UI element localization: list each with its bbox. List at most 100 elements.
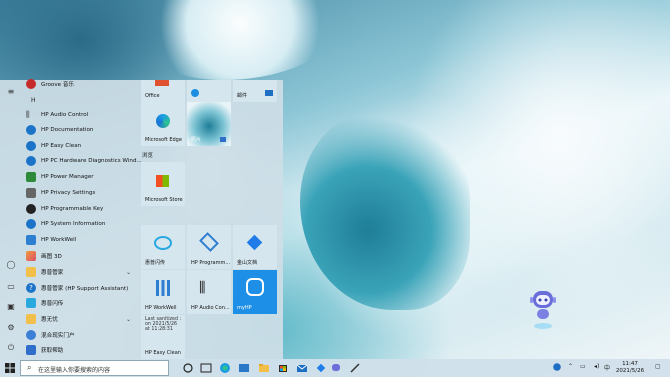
tile-myhp[interactable]: myHP [233, 270, 277, 314]
documents-icon[interactable]: ▭ [5, 282, 17, 292]
taskbar: ⌕ 在这里输入你要搜索的内容 ⌃ ▭ ◂) 中 11:47 2021/5/26 … [0, 359, 670, 377]
chevron-down-icon: ⌄ [126, 268, 132, 276]
help-tray-icon[interactable] [553, 363, 561, 373]
list-item-hui-wuyou-folder[interactable]: 惠无忧 ⌄ [26, 312, 131, 326]
volume-icon[interactable]: ◂) [594, 363, 599, 370]
app-label: HP WorkWell [41, 237, 77, 243]
hamburger-menu-icon[interactable]: ≡ [5, 87, 17, 97]
list-item-hp-flash-transfer[interactable]: 惠普闪传 [26, 296, 63, 310]
list-item-hp-documentation[interactable]: HP Documentation [26, 123, 93, 137]
hp-programmable-key-icon [199, 232, 219, 252]
edge-taskbar-icon[interactable] [219, 362, 231, 374]
hp-easy-clean-icon [26, 141, 36, 151]
mail-taskbar-icon[interactable] [296, 362, 308, 374]
list-item-hp-workwell[interactable]: HP WorkWell [26, 233, 76, 247]
search-placeholder: 在这里输入你要搜索的内容 [38, 367, 111, 374]
list-item-hp-power-manager[interactable]: HP Power Manager [26, 170, 94, 184]
app-label: 混合现实门户 [41, 333, 75, 339]
tile-label: HP WorkWell [145, 305, 177, 311]
get-help-icon [26, 345, 36, 355]
tile-hp-audio-control[interactable]: ⫼ HP Audio Con... [187, 270, 231, 314]
list-item-hp-housekeeper-folder[interactable]: 惠普管家 ⌄ [26, 265, 131, 279]
list-item-hp-audio-control[interactable]: ⫼ HP Audio Control [26, 108, 88, 122]
search-icon: ⌕ [27, 363, 32, 372]
task-view-2-icon[interactable] [200, 362, 212, 374]
list-item-hp-privacy-settings[interactable]: HP Privacy Settings [26, 186, 95, 200]
app-list: Groove 音乐 H ⫼ HP Audio Control HP Docume… [22, 77, 142, 360]
letter-header-h[interactable]: H [31, 97, 36, 104]
list-item-hp-diagnostics[interactable]: HP PC Hardware Diagnostics Wind... [26, 154, 142, 168]
list-item-paint-3d[interactable]: 画图 3D [26, 249, 62, 263]
start-left-rail: ≡ ◯ ▭ ▣ ⚙ ⏻ [0, 80, 22, 360]
app-label: Groove 音乐 [41, 82, 75, 88]
photos-icon [220, 137, 226, 142]
tile-microsoft-store[interactable]: Microsoft Store [141, 162, 185, 206]
tile-hp-easy-clean[interactable]: Last sanitized : on 2021/5/26 at 11:28:3… [141, 315, 185, 359]
tile-mail[interactable]: 邮件 [233, 80, 277, 102]
app-label: HP Easy Clean [41, 143, 82, 149]
chevron-up-icon[interactable]: ⌃ [568, 363, 573, 370]
tile-label: 金山文档 [237, 260, 258, 266]
tile-skype[interactable] [187, 80, 231, 102]
tile-office[interactable]: Office [141, 80, 185, 102]
hp-programmable-key-icon [26, 204, 36, 214]
list-item-get-help[interactable]: 获取帮助 [26, 343, 63, 357]
app-label: HP System Information [41, 221, 106, 227]
tile-label: 惠普闪传 [145, 260, 166, 266]
robot-assistant-icon[interactable] [527, 288, 559, 330]
tile-hp-programmable-key[interactable]: HP Programm... [187, 225, 231, 269]
list-item-groove[interactable]: Groove 音乐 [26, 77, 74, 91]
last-sanitized-label: Last sanitized : [145, 317, 182, 322]
hp-documentation-icon [26, 125, 36, 135]
wallpaper-wave-curl [300, 110, 470, 310]
list-item-hp-system-information[interactable]: HP System Information [26, 217, 105, 231]
start-menu: ≡ ◯ ▭ ▣ ⚙ ⏻ Groove 音乐 H ⫼ HP Audio Contr… [0, 77, 283, 360]
app-label: HP Privacy Settings [41, 190, 96, 196]
store-taskbar-icon[interactable] [277, 362, 289, 374]
hp-power-manager-icon [26, 172, 36, 182]
tile-jinshan-docs[interactable]: 金山文档 [233, 225, 277, 269]
groove-music-icon [26, 79, 36, 89]
pictures-icon[interactable]: ▣ [5, 302, 17, 312]
tile-label: Office [145, 93, 160, 99]
windows-start-icon[interactable] [5, 363, 15, 373]
chevron-down-icon: ⌄ [126, 315, 132, 323]
hp-support-assistant-icon: ? [26, 283, 36, 293]
jinshan-docs-icon [246, 234, 263, 251]
list-item-hp-easy-clean[interactable]: HP Easy Clean [26, 139, 81, 153]
pen-taskbar-icon[interactable] [349, 362, 361, 374]
app-label: 惠普闪传 [41, 301, 64, 307]
file-explorer-icon[interactable] [258, 362, 270, 374]
robot-taskbar-icon[interactable] [330, 362, 342, 374]
clock-time: 11:47 [622, 361, 638, 367]
search-box[interactable]: ⌕ 在这里输入你要搜索的内容 [20, 360, 169, 376]
tile-microsoft-edge[interactable]: Microsoft Edge [141, 102, 185, 146]
folder-icon [26, 267, 36, 277]
store-icon [156, 175, 169, 187]
skype-icon [191, 89, 199, 97]
jinshan-taskbar-icon[interactable] [315, 362, 327, 374]
notifications-icon[interactable]: ▢ [655, 363, 661, 370]
list-item-hp-support-assistant[interactable]: ? 惠普管家 (HP Support Assistant) [26, 281, 128, 295]
app-label: 惠普管家 (HP Support Assistant) [41, 286, 129, 292]
list-item-mixed-reality-portal[interactable]: 混合现实门户 [26, 328, 75, 342]
task-view-icon[interactable] [182, 362, 194, 374]
news-taskbar-icon[interactable] [238, 362, 250, 374]
myhp-icon [246, 278, 264, 296]
audio-sliders-icon: ⫼ [199, 280, 206, 296]
settings-gear-icon[interactable]: ⚙ [5, 323, 17, 333]
clock[interactable]: 11:47 2021/5/26 [612, 361, 648, 375]
network-icon[interactable]: ▭ [580, 363, 586, 370]
tile-hp-flash-transfer[interactable]: 惠普闪传 [141, 225, 185, 269]
tile-photos[interactable]: 照片 [187, 102, 231, 146]
mixed-reality-icon [26, 330, 36, 340]
tile-group-label[interactable]: 浏览 [142, 151, 153, 159]
tile-hp-workwell[interactable]: HP WorkWell [141, 270, 185, 314]
user-account-icon[interactable]: ◯ [5, 260, 17, 270]
power-icon[interactable]: ⏻ [5, 343, 17, 353]
app-label: HP Documentation [41, 127, 94, 133]
list-item-hp-programmable-key[interactable]: HP Programmable Key [26, 202, 103, 216]
ime-indicator[interactable]: 中 [604, 363, 610, 372]
tile-label: myHP [237, 305, 252, 311]
office-icon [155, 80, 169, 86]
